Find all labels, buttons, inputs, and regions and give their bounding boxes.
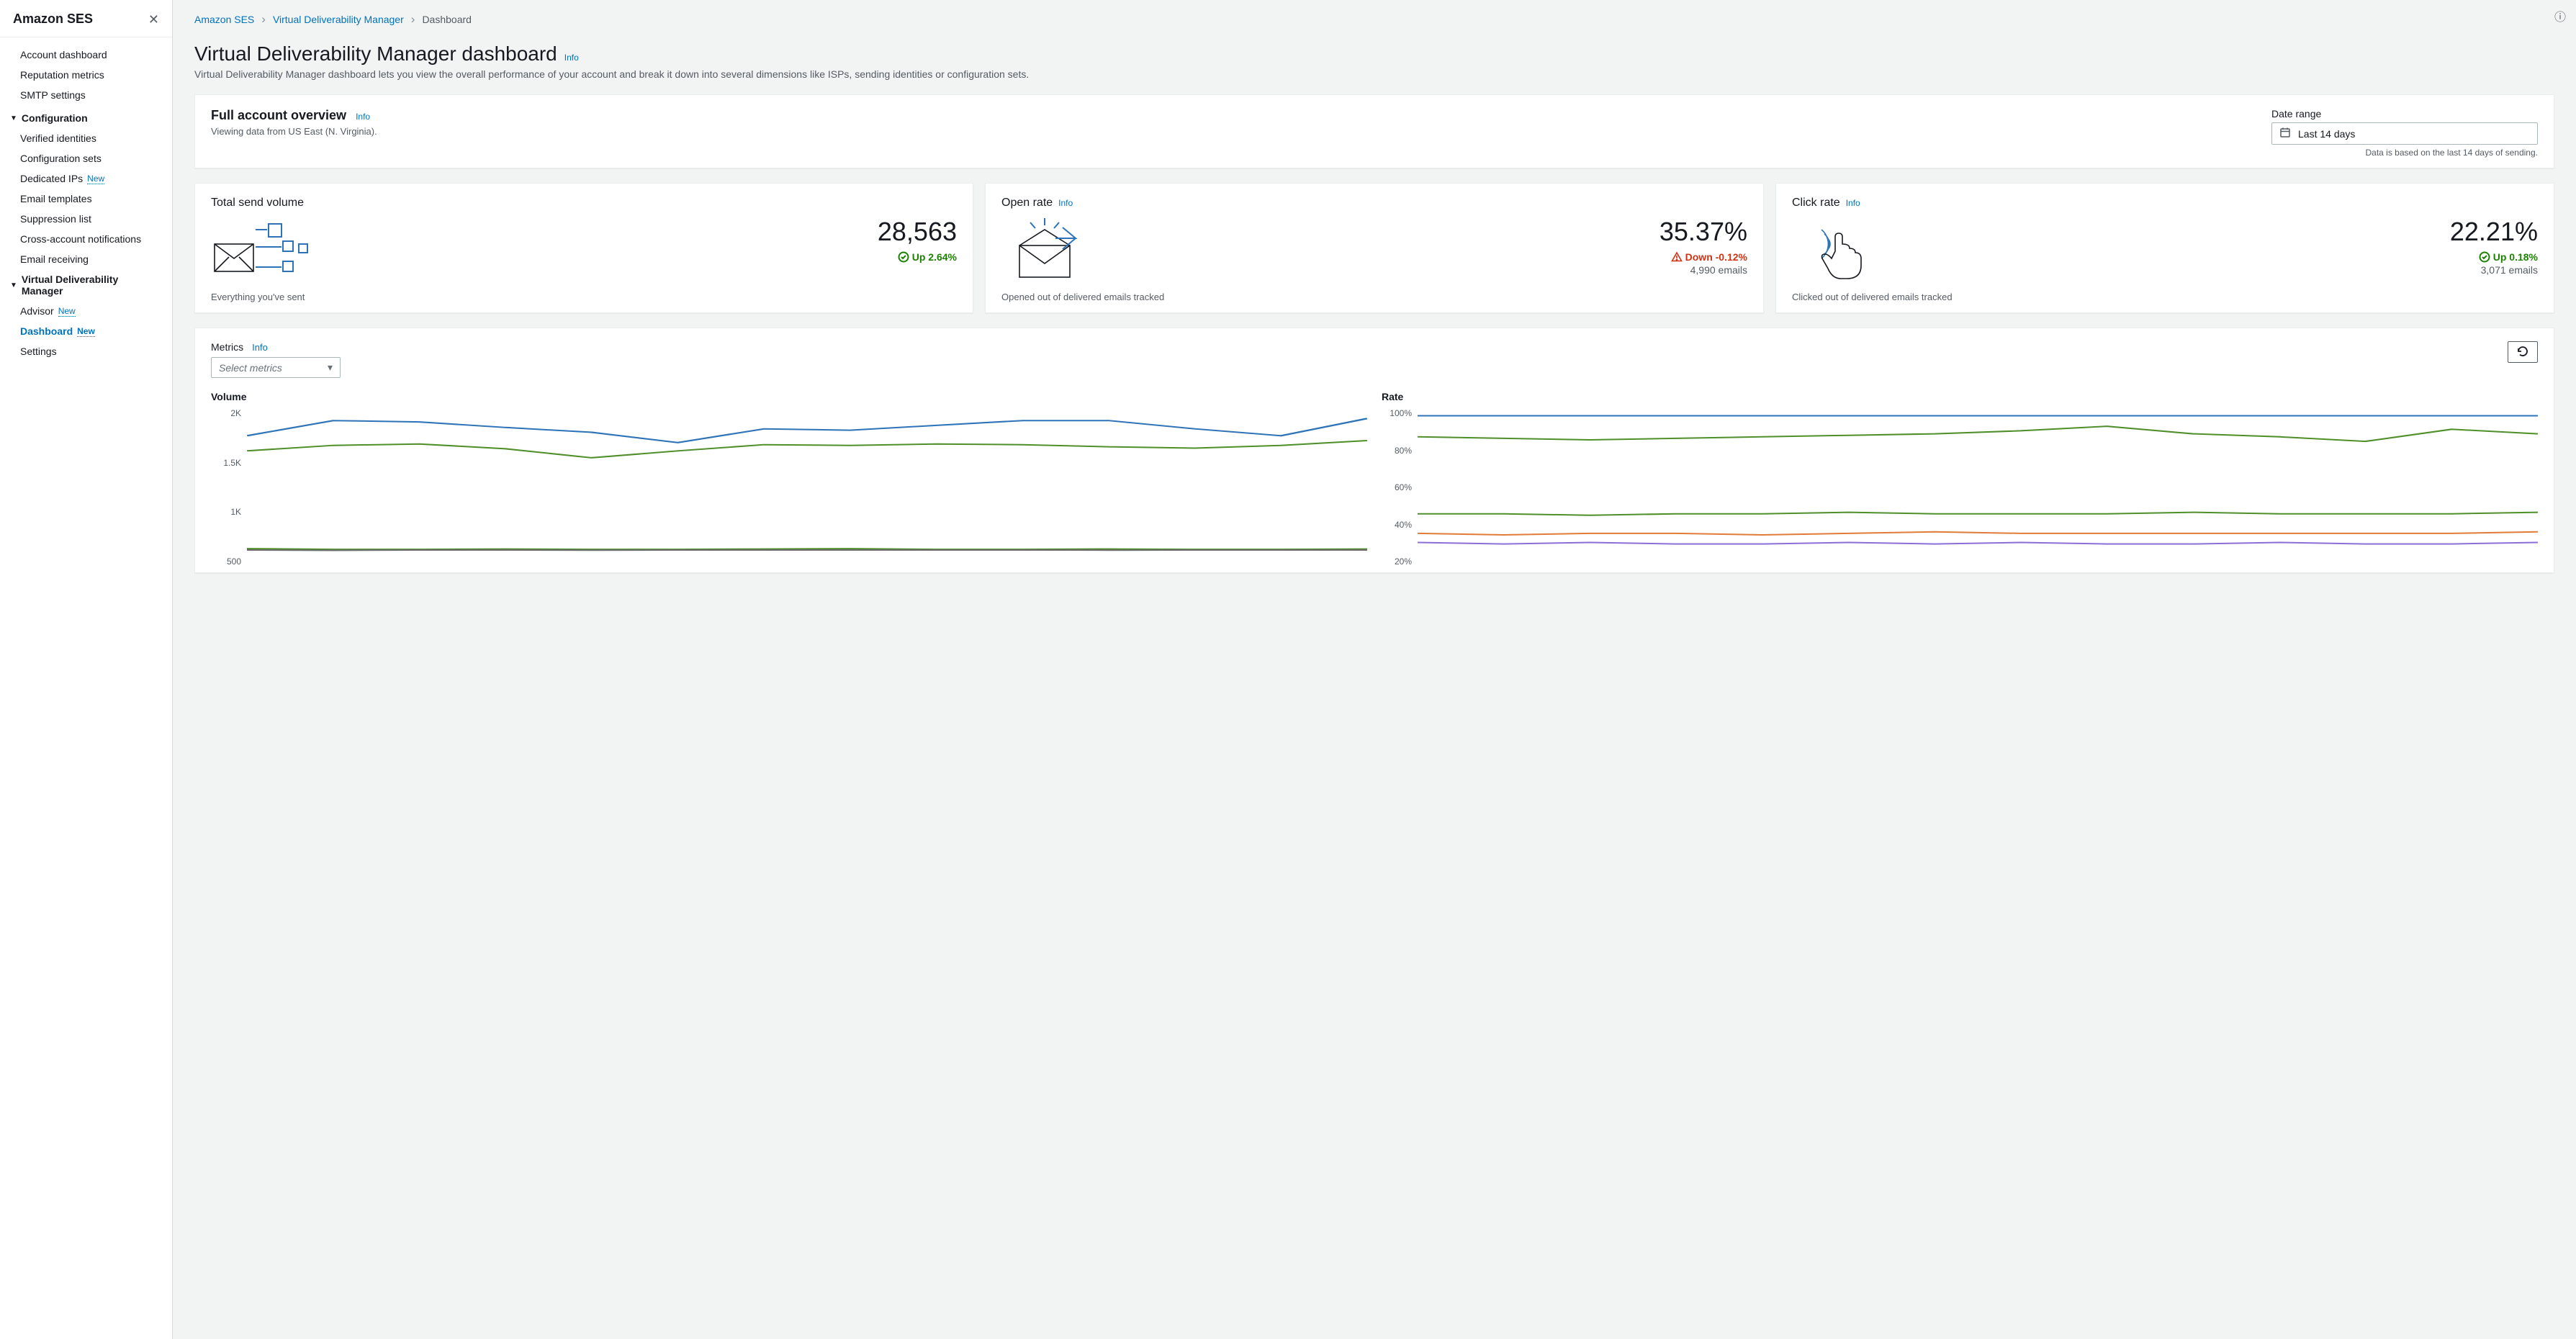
envelope-open-icon: [1001, 217, 1102, 281]
new-badge: New: [77, 326, 95, 337]
info-link[interactable]: Info: [356, 112, 370, 122]
send-volume-delta: Up 2.64%: [878, 251, 957, 263]
volume-y-axis: 2K1.5K1K500: [211, 408, 247, 567]
metrics-title: Metrics: [211, 341, 243, 353]
stat-cards-row: Total send volume: [194, 183, 2554, 313]
sidebar-item-settings[interactable]: Settings: [0, 341, 172, 361]
overview-panel: Full account overview Info Viewing data …: [194, 94, 2554, 168]
sidebar-item-configuration-sets[interactable]: Configuration sets: [0, 148, 172, 168]
chevron-right-icon: ›: [261, 13, 266, 25]
rate-y-axis: 100%80%60%40%20%: [1382, 408, 1418, 567]
info-link[interactable]: Info: [564, 53, 579, 63]
new-badge: New: [58, 306, 76, 317]
overview-subtitle: Viewing data from US East (N. Virginia).: [211, 126, 377, 137]
check-circle-icon: [898, 251, 909, 263]
open-rate-delta: Down -0.12%: [1659, 251, 1747, 263]
sidebar-item-email-templates[interactable]: Email templates: [0, 189, 172, 209]
info-link[interactable]: Info: [1846, 198, 1860, 208]
date-range-select[interactable]: Last 14 days: [2271, 122, 2538, 145]
metrics-select-placeholder: Select metrics: [219, 362, 282, 374]
volume-chart-title: Volume: [211, 391, 1367, 402]
date-range-value: Last 14 days: [2298, 128, 2355, 140]
sidebar-group-vdm[interactable]: ▼ Virtual Deliverability Manager: [0, 269, 172, 301]
sidebar-header: Amazon SES ✕: [0, 0, 172, 37]
card-title: Open rate Info: [1001, 197, 1747, 209]
click-rate-sub: 3,071 emails: [2450, 264, 2538, 276]
date-range-hint: Data is based on the last 14 days of sen…: [2271, 148, 2538, 158]
chevron-down-icon: ▼: [10, 281, 17, 289]
refresh-icon: [2516, 345, 2529, 360]
card-footer: Clicked out of delivered emails tracked: [1792, 292, 2538, 302]
send-volume-value: 28,563: [878, 217, 957, 247]
info-link[interactable]: Info: [252, 342, 268, 353]
date-range-label: Date range: [2271, 108, 2538, 120]
sidebar-item-dedicated-ips[interactable]: Dedicated IPsNew: [0, 168, 172, 189]
warning-triangle-icon: [1671, 251, 1683, 263]
volume-chart: Volume 2K1.5K1K500: [211, 391, 1367, 567]
main-content: ⓘ Amazon SES › Virtual Deliverability Ma…: [173, 0, 2576, 1339]
breadcrumb-parent[interactable]: Virtual Deliverability Manager: [273, 14, 404, 25]
metrics-select[interactable]: Select metrics ▾: [211, 357, 341, 378]
envelope-send-icon: [211, 217, 312, 281]
open-rate-value: 35.37%: [1659, 217, 1747, 247]
card-footer: Everything you've sent: [211, 292, 957, 302]
card-title: Click rate Info: [1792, 197, 2538, 209]
open-rate-sub: 4,990 emails: [1659, 264, 1747, 276]
page-description: Virtual Deliverability Manager dashboard…: [194, 68, 2554, 80]
chevron-right-icon: ›: [411, 13, 415, 25]
rate-chart: Rate 100%80%60%40%20%: [1382, 391, 2538, 567]
sidebar-group-configuration[interactable]: ▼ Configuration: [0, 108, 172, 128]
sidebar-title: Amazon SES: [13, 12, 93, 27]
breadcrumb-current: Dashboard: [422, 14, 472, 25]
sidebar-item-dashboard[interactable]: DashboardNew: [0, 321, 172, 341]
click-rate-value: 22.21%: [2450, 217, 2538, 247]
sidebar-item-verified-identities[interactable]: Verified identities: [0, 128, 172, 148]
card-send-volume: Total send volume: [194, 183, 973, 313]
page-title: Virtual Deliverability Manager dashboard…: [194, 42, 2554, 66]
card-footer: Opened out of delivered emails tracked: [1001, 292, 1747, 302]
refresh-button[interactable]: [2508, 341, 2538, 363]
metrics-panel: Metrics Info Select metrics ▾ Volume 2K1…: [194, 328, 2554, 573]
check-circle-icon: [2479, 251, 2490, 263]
info-link[interactable]: Info: [1058, 198, 1073, 208]
click-rate-delta: Up 0.18%: [2450, 251, 2538, 263]
chevron-down-icon: ▼: [10, 114, 17, 122]
card-title: Total send volume: [211, 197, 957, 209]
calendar-icon: [2279, 127, 2291, 140]
sidebar: Amazon SES ✕ Account dashboard Reputatio…: [0, 0, 173, 1339]
rate-chart-title: Rate: [1382, 391, 2538, 402]
sidebar-item-suppression-list[interactable]: Suppression list: [0, 209, 172, 229]
close-icon[interactable]: ✕: [148, 13, 159, 26]
click-hand-icon: [1792, 217, 1893, 281]
card-open-rate: Open rate Info: [985, 183, 1764, 313]
breadcrumb-root[interactable]: Amazon SES: [194, 14, 254, 25]
chevron-down-icon: ▾: [328, 361, 333, 374]
sidebar-item-smtp-settings[interactable]: SMTP settings: [0, 85, 172, 105]
sidebar-item-cross-account-notifications[interactable]: Cross-account notifications: [0, 229, 172, 249]
sidebar-item-advisor[interactable]: AdvisorNew: [0, 301, 172, 321]
breadcrumb: Amazon SES › Virtual Deliverability Mana…: [194, 13, 2554, 25]
overview-title: Full account overview Info: [211, 108, 370, 123]
new-badge: New: [87, 173, 104, 184]
sidebar-item-email-receiving[interactable]: Email receiving: [0, 249, 172, 269]
sidebar-item-account-dashboard[interactable]: Account dashboard: [0, 45, 172, 65]
card-click-rate: Click rate Info 22.21%: [1775, 183, 2554, 313]
sidebar-item-reputation-metrics[interactable]: Reputation metrics: [0, 65, 172, 85]
info-icon[interactable]: ⓘ: [2554, 7, 2566, 24]
